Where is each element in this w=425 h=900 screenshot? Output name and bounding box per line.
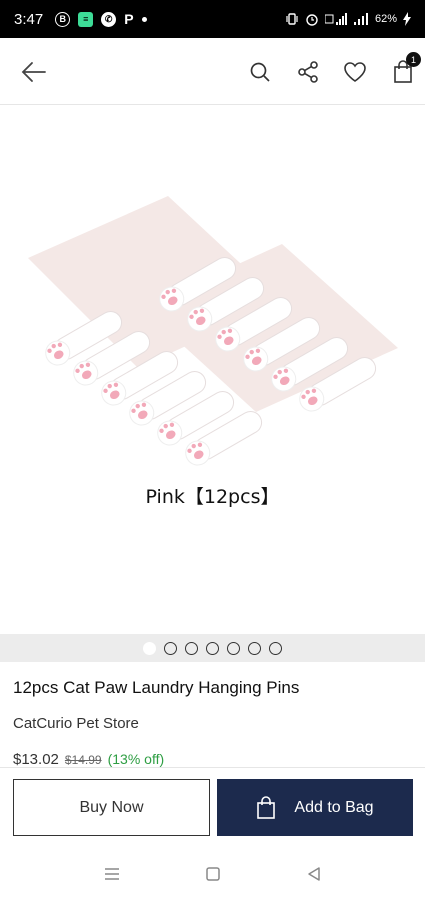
- gallery-dot[interactable]: [248, 641, 261, 655]
- notification-b-icon: B: [55, 11, 71, 27]
- back-button[interactable]: [20, 58, 48, 86]
- gallery-pagination: [0, 634, 425, 662]
- image-caption: Pink【12pcs】: [145, 486, 280, 508]
- gallery-dot[interactable]: [206, 641, 219, 655]
- app-notification-icon: ≡: [78, 11, 94, 27]
- wishlist-button[interactable]: [341, 58, 369, 86]
- action-bar: Buy Now Add to Bag: [0, 767, 425, 847]
- search-icon: [250, 62, 270, 82]
- gallery-dot[interactable]: [227, 641, 240, 655]
- product-image-gallery[interactable]: Pink【12pcs】: [0, 106, 425, 634]
- home-square-icon: [206, 867, 220, 881]
- add-to-bag-label: Add to Bag: [294, 798, 374, 816]
- buy-now-label: Buy Now: [79, 798, 144, 816]
- vibrate-icon: [286, 13, 298, 25]
- signal-icon: [353, 13, 368, 25]
- bag-icon: [257, 795, 276, 819]
- share-button[interactable]: [294, 58, 322, 86]
- cart-button[interactable]: 1: [389, 52, 421, 86]
- recent-apps-icon: [105, 868, 119, 880]
- product-photo: [28, 196, 398, 466]
- price-row: $13.02 $14.99 (13% off): [13, 751, 164, 767]
- back-triangle-icon: [308, 867, 320, 881]
- gallery-dot[interactable]: [164, 641, 177, 655]
- system-back-button[interactable]: [304, 865, 324, 883]
- app-header: 1: [0, 38, 425, 105]
- add-to-bag-button[interactable]: Add to Bag: [217, 779, 413, 836]
- status-bar: 3:47 B ≡ ✆ P 62%: [0, 0, 425, 38]
- buy-now-button[interactable]: Buy Now: [13, 779, 210, 836]
- back-arrow-icon: [21, 62, 46, 82]
- charging-icon: [403, 12, 411, 26]
- alarm-icon: [306, 14, 318, 26]
- whatsapp-icon: ✆: [101, 11, 117, 27]
- store-name[interactable]: CatCurio Pet Store: [13, 715, 139, 732]
- p-notification-icon: P: [124, 11, 134, 27]
- battery-level: 62%: [374, 13, 397, 25]
- cart-count-badge: 1: [406, 52, 421, 67]
- heart-icon: [344, 62, 366, 82]
- search-button[interactable]: [246, 58, 274, 86]
- more-notifications-dot: [141, 16, 147, 22]
- status-time: 3:47: [14, 10, 44, 28]
- share-icon: [298, 61, 318, 83]
- product-title: 12pcs Cat Paw Laundry Hanging Pins: [13, 678, 300, 697]
- current-price: $13.02: [13, 751, 59, 767]
- system-nav-bar: [0, 847, 425, 900]
- volte-signal-icon: [324, 13, 347, 25]
- gallery-dot[interactable]: [185, 641, 198, 655]
- gallery-dot[interactable]: [269, 641, 282, 655]
- home-button[interactable]: [203, 865, 223, 883]
- recent-apps-button[interactable]: [102, 865, 122, 883]
- original-price: $14.99: [64, 753, 102, 767]
- gallery-dot[interactable]: [143, 641, 156, 655]
- discount-badge: (13% off): [107, 751, 165, 767]
